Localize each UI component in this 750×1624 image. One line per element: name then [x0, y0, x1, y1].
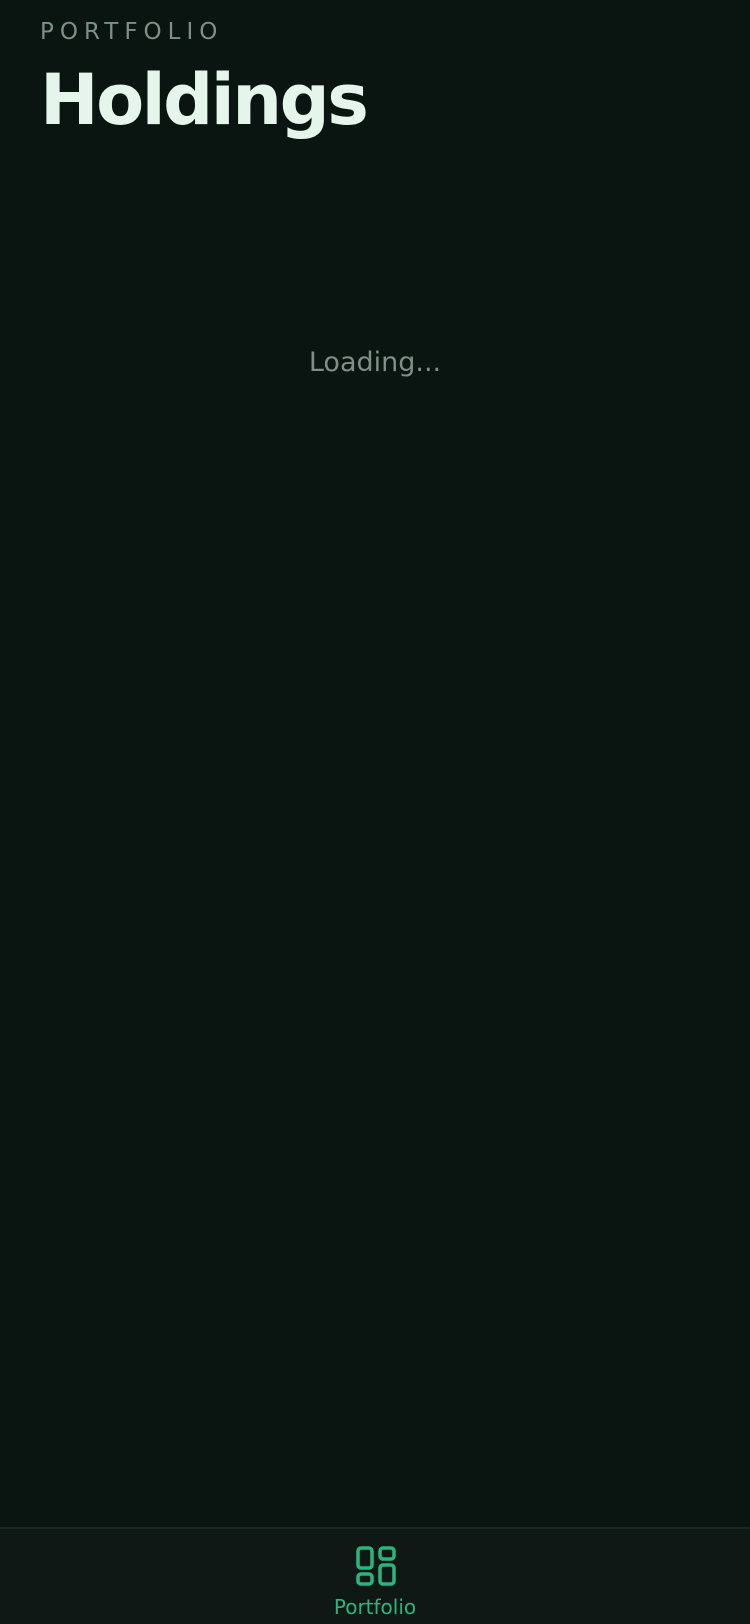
holdings-screen: PORTFOLIO Holdings Loading... Portfolio — [0, 0, 750, 1624]
dashboard-grid-icon — [356, 1546, 396, 1586]
page-title: Holdings — [40, 59, 369, 141]
tab-portfolio-label: Portfolio — [333, 1595, 417, 1619]
page-eyebrow: PORTFOLIO — [40, 19, 224, 45]
bottom-tab-bar: Portfolio — [0, 1527, 750, 1624]
loading-indicator: Loading... — [308, 347, 442, 378]
tab-portfolio[interactable]: Portfolio — [325, 1529, 425, 1624]
page-header: PORTFOLIO Holdings — [40, 16, 369, 141]
